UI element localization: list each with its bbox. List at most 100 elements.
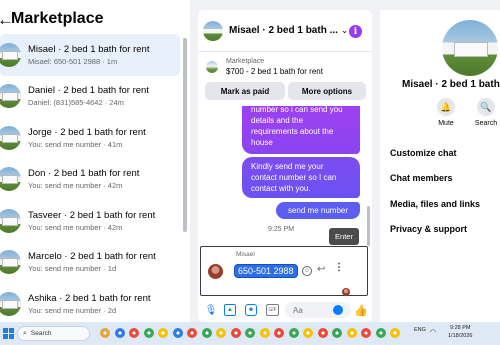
listing-label: Marketplace [226, 58, 265, 65]
taskbar-app-icon[interactable] [158, 328, 168, 338]
taskbar-app-icon[interactable] [187, 328, 197, 338]
windows-start-icon[interactable] [3, 328, 14, 339]
conversation-name: Tasveer · 2 bed 1 bath for rent [28, 209, 156, 221]
chat-details-panel: Misael · 2 bed 1 bath 🔔 Mute 🔍 Search Cu… [380, 10, 500, 322]
wifi-icon[interactable]: ◠ [430, 328, 436, 336]
received-message-bubble[interactable]: 650-501 2988 [234, 264, 298, 278]
taskbar-app-icon[interactable] [230, 328, 241, 338]
mute-button[interactable]: 🔔 Mute [426, 98, 466, 127]
taskbar-app-icon[interactable] [303, 328, 313, 338]
reply-icon[interactable]: ↩ [317, 264, 325, 275]
mute-label: Mute [438, 120, 454, 127]
photo-icon[interactable]: ▲ [224, 304, 236, 316]
chat-title[interactable]: Misael · 2 bed 1 bath ... [229, 25, 338, 36]
conversation-preview: You: send me number · 2d [28, 305, 117, 315]
conversation-name: Marcelo · 2 bed 1 bath for rent [28, 251, 156, 263]
sent-message-bubble[interactable]: number so i can send you details and the… [242, 106, 360, 154]
more-options-button[interactable]: More options [288, 82, 366, 100]
message-composer: 🎙 ▲ ☻ GIF 👍 [198, 298, 372, 322]
language-indicator[interactable]: ENG [414, 327, 426, 333]
sender-avatar[interactable] [208, 264, 223, 279]
conversation-preview: You: send me number · 41m [28, 139, 123, 149]
taskbar-app-icon[interactable] [100, 328, 110, 338]
taskbar-app-icon[interactable] [375, 328, 386, 338]
conversation-preview: You: send me number · 42m [28, 181, 123, 191]
back-arrow-icon[interactable]: ← [0, 11, 14, 28]
info-icon[interactable]: i [349, 25, 362, 38]
search-button[interactable]: 🔍 Search [466, 98, 500, 127]
sidebar-header: ← Marketplace [0, 6, 190, 32]
listing-thumbnail [0, 291, 21, 316]
taskbar-app-icon[interactable] [361, 328, 371, 338]
react-emoji-icon[interactable]: ☺ [302, 266, 312, 276]
marketplace-sidebar: ← Marketplace Misael · 2 bed 1 bath for … [0, 0, 190, 322]
sidebar-scrollbar[interactable] [183, 38, 187, 232]
taskbar-app-icon[interactable] [274, 328, 284, 338]
bell-icon: 🔔 [437, 98, 455, 116]
listing-thumbnail [0, 84, 21, 109]
conversation-item[interactable]: Jorge · 2 bed 1 bath for rent You: send … [0, 117, 180, 159]
menu-privacy-support[interactable]: Privacy & support [390, 224, 467, 234]
more-actions-icon[interactable]: ⋮ [334, 262, 344, 273]
listing-price: $700 - 2 bed 1 bath for rent [226, 67, 323, 76]
listing-thumbnail [0, 250, 21, 275]
taskbar-app-icon[interactable] [332, 328, 342, 338]
conversation-item[interactable]: Ashika · 2 bed 1 bath for rent You: send… [0, 283, 180, 322]
search-label: Search [474, 120, 498, 127]
sticker-icon[interactable]: ☻ [245, 304, 257, 316]
conversation-name: Don · 2 bed 1 bath for rent [28, 168, 140, 180]
chat-avatar[interactable] [203, 20, 223, 41]
taskbar-search[interactable]: ⌕ Search [17, 326, 90, 341]
gif-icon[interactable]: GIF [266, 304, 279, 316]
taskbar-app-icon[interactable] [259, 328, 270, 338]
sent-message-bubble[interactable]: Kindly send me your contact number so I … [242, 157, 360, 198]
taskbar-search-label: Search [30, 330, 52, 337]
taskbar-app-icon[interactable] [201, 328, 212, 338]
profile-avatar[interactable] [442, 20, 498, 76]
conversation-preview: Misael: 650-501 2988 · 1m [28, 56, 118, 66]
conversation-item[interactable]: Don · 2 bed 1 bath for rent You: send me… [0, 159, 180, 201]
taskbar-app-icon[interactable] [346, 328, 357, 338]
sent-message-bubble[interactable]: send me number [276, 202, 360, 219]
menu-chat-members[interactable]: Chat members [390, 173, 453, 183]
sender-name: Misael [236, 251, 255, 258]
listing-banner[interactable]: Marketplace $700 - 2 bed 1 bath for rent [198, 52, 372, 82]
menu-customize-chat[interactable]: Customize chat [390, 148, 457, 158]
conversation-item[interactable]: Tasveer · 2 bed 1 bath for rent You: sen… [0, 200, 180, 242]
conversation-item[interactable]: Misael · 2 bed 1 bath for rent Misael: 6… [0, 34, 180, 76]
taskbar-app-icon[interactable] [172, 328, 183, 338]
menu-media-files-links[interactable]: Media, files and links [390, 199, 480, 209]
conversation-preview: You: send me number · 42m [28, 222, 123, 232]
clock-time: 9:28 PM [449, 325, 471, 331]
received-message-row: Misael 650-501 2988 ☺ ↩ ⋮ [200, 246, 368, 296]
conversation-name: Daniel · 2 bed 1 bath for rent [28, 85, 149, 97]
conversation-name: Jorge · 2 bed 1 bath for rent [28, 126, 146, 138]
taskbar-app-icon[interactable] [114, 328, 125, 338]
listing-thumbnail [206, 61, 218, 73]
chat-window: Misael · 2 bed 1 bath ... ⌄ i Marketplac… [198, 10, 372, 322]
thread-scrollbar[interactable] [367, 206, 370, 246]
conversation-list: Misael · 2 bed 1 bath for rent Misael: 6… [0, 34, 186, 322]
chat-header: Misael · 2 bed 1 bath ... ⌄ i [198, 10, 372, 52]
taskbar: ⌕ Search ENG ◠ 9:28 PM 1/18/2026 [0, 322, 500, 345]
enter-tooltip: Enter [329, 228, 359, 245]
taskbar-app-icon[interactable] [288, 328, 299, 338]
mark-as-paid-button[interactable]: Mark as paid [205, 82, 285, 100]
taskbar-app-icon[interactable] [216, 328, 226, 338]
listing-thumbnail [0, 125, 21, 150]
conversation-preview: Daniel: (831)585-4642 · 24m [28, 98, 124, 108]
taskbar-clock[interactable]: 9:28 PM 1/18/2026 [448, 325, 472, 340]
conversation-item[interactable]: Daniel · 2 bed 1 bath for rent Daniel: (… [0, 76, 180, 118]
conversation-item[interactable]: Marcelo · 2 bed 1 bath for rent You: sen… [0, 242, 180, 284]
listing-thumbnail [0, 42, 21, 67]
microphone-icon[interactable]: 🎙 [205, 304, 218, 316]
chevron-down-icon[interactable]: ⌄ [341, 25, 349, 36]
thumbs-up-icon[interactable]: 👍 [354, 304, 368, 317]
taskbar-app-icon[interactable] [129, 328, 139, 338]
taskbar-app-icon[interactable] [143, 328, 154, 338]
taskbar-app-icon[interactable] [245, 328, 255, 338]
listing-thumbnail [0, 208, 21, 233]
taskbar-app-icon[interactable] [390, 328, 400, 338]
taskbar-app-icon[interactable] [317, 328, 328, 338]
emoji-icon[interactable] [333, 305, 343, 315]
